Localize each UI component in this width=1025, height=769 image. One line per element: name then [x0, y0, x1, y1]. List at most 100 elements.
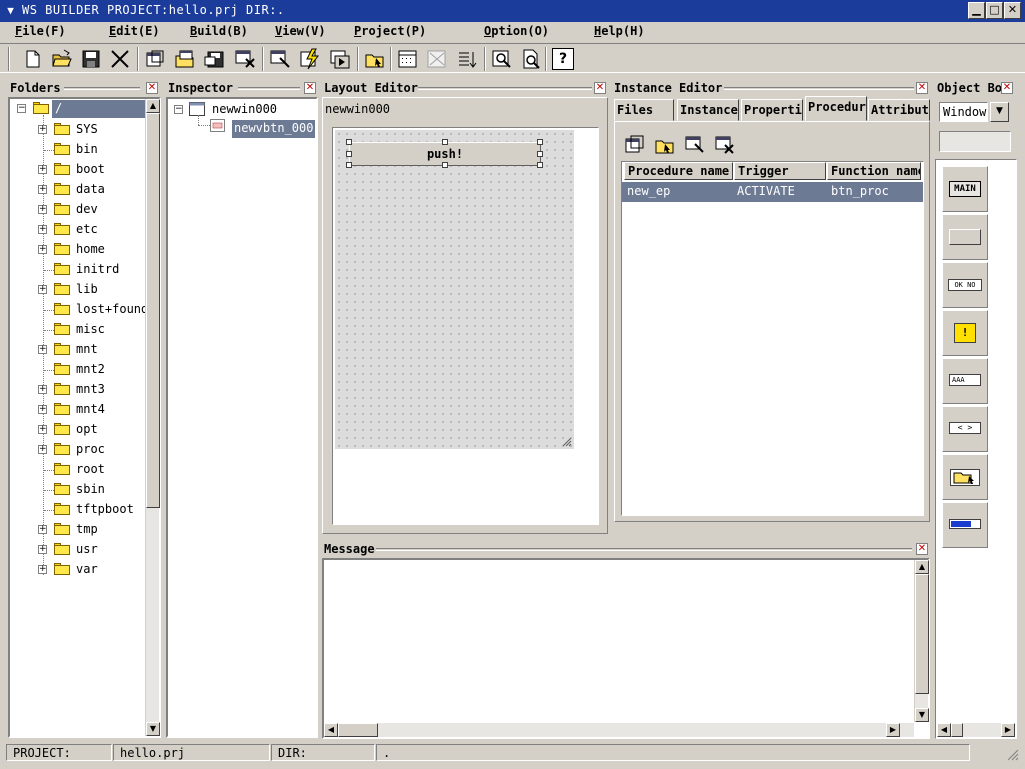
expand-icon[interactable]: +	[38, 445, 47, 454]
resize-handle[interactable]	[537, 139, 543, 145]
folder-item[interactable]: + lib	[10, 280, 145, 300]
folder-item[interactable]: + usr	[10, 540, 145, 560]
scroll-thumb[interactable]	[915, 574, 929, 694]
expand-icon[interactable]: +	[38, 205, 47, 214]
menu-build[interactable]: Build(B)	[190, 24, 248, 38]
object-type-select[interactable]: Window	[939, 102, 988, 122]
layout-editor-close-icon[interactable]: ✕	[594, 82, 606, 94]
scroll-right-arrow-icon[interactable]: ▶	[886, 723, 900, 737]
scroll-thumb[interactable]	[951, 723, 963, 737]
size-grip-icon[interactable]	[1005, 747, 1019, 761]
expand-icon[interactable]: +	[38, 385, 47, 394]
resize-handle[interactable]	[537, 162, 543, 168]
menu-edit[interactable]: Edit(E)	[109, 24, 160, 38]
folder-item[interactable]: bin	[10, 140, 145, 160]
column-header-trigger[interactable]: Trigger	[734, 162, 826, 180]
maximize-button[interactable]: □	[986, 2, 1003, 19]
scroll-up-arrow-icon[interactable]: ▲	[915, 560, 929, 574]
scroll-right-arrow-icon[interactable]: ▶	[1001, 723, 1015, 737]
resize-handle[interactable]	[442, 162, 448, 168]
scroll-thumb[interactable]	[146, 113, 160, 508]
minimize-button[interactable]: ▁	[968, 2, 985, 19]
scroll-up-arrow-icon[interactable]: ▲	[146, 99, 160, 113]
folder-item[interactable]: + opt	[10, 420, 145, 440]
folder-root[interactable]: /	[52, 100, 145, 118]
folder-item[interactable]: misc	[10, 320, 145, 340]
folder-item[interactable]: lost+found	[10, 300, 145, 320]
resize-handle[interactable]	[346, 151, 352, 157]
message-area[interactable]: ▲ ▼ ◀ ▶	[322, 558, 930, 739]
message-box-object[interactable]: !	[942, 310, 988, 356]
delete-procedure-icon[interactable]	[715, 135, 735, 155]
edit-window-icon[interactable]	[269, 48, 291, 70]
add-procedure-icon[interactable]	[625, 135, 645, 155]
preview-icon[interactable]	[520, 48, 542, 70]
grid-off-icon[interactable]	[426, 48, 448, 70]
expand-icon[interactable]: +	[38, 525, 47, 534]
expand-icon[interactable]: +	[38, 345, 47, 354]
edit-procedure-icon[interactable]	[685, 135, 705, 155]
folders-close-icon[interactable]: ✕	[146, 82, 158, 94]
expand-icon[interactable]: +	[38, 565, 47, 574]
column-header-procedure[interactable]: Procedure name	[624, 162, 733, 180]
menu-project[interactable]: Project(P)	[354, 24, 426, 38]
open-folder-icon[interactable]	[51, 48, 73, 70]
new-file-icon[interactable]	[22, 48, 44, 70]
expand-icon[interactable]: +	[38, 545, 47, 554]
scroll-left-arrow-icon[interactable]: ◀	[324, 723, 338, 737]
folder-item[interactable]: sbin	[10, 480, 145, 500]
new-window-icon[interactable]	[144, 48, 166, 70]
folder-item[interactable]: + mnt3	[10, 380, 145, 400]
resize-handle[interactable]	[442, 139, 448, 145]
help-icon[interactable]: ?	[552, 48, 574, 70]
tab-instance[interactable]: Instance	[677, 99, 739, 121]
expand-icon[interactable]: +	[38, 425, 47, 434]
folder-item[interactable]: + SYS	[10, 120, 145, 140]
window-menu-icon[interactable]: ▼	[3, 3, 18, 18]
scroll-thumb[interactable]	[338, 723, 378, 737]
expand-icon[interactable]: +	[38, 185, 47, 194]
open-procedure-icon[interactable]	[655, 135, 675, 155]
delete-window-icon[interactable]	[234, 48, 256, 70]
resize-handle[interactable]	[537, 151, 543, 157]
folder-item[interactable]: + boot	[10, 160, 145, 180]
inspector-close-icon[interactable]: ✕	[304, 82, 316, 94]
folder-item[interactable]: + proc	[10, 440, 145, 460]
column-header-function[interactable]: Function name	[827, 162, 921, 180]
menu-file[interactable]: File(F)	[15, 24, 66, 38]
folder-item[interactable]: initrd	[10, 260, 145, 280]
object-box-close-icon[interactable]: ✕	[1001, 82, 1013, 94]
folder-item[interactable]: + etc	[10, 220, 145, 240]
expand-icon[interactable]: +	[38, 165, 47, 174]
object-palette-hscrollbar[interactable]: ◀ ▶	[937, 723, 1015, 737]
inspector-window-node[interactable]: newwin000	[212, 102, 277, 116]
file-select-object[interactable]	[942, 454, 988, 500]
expand-icon[interactable]: +	[38, 125, 47, 134]
folder-item[interactable]: + home	[10, 240, 145, 260]
message-close-icon[interactable]: ✕	[916, 543, 928, 555]
resize-grip-icon[interactable]	[560, 435, 572, 447]
folder-item[interactable]: + mnt4	[10, 400, 145, 420]
build-icon[interactable]	[299, 48, 321, 70]
spin-object[interactable]: < >	[942, 406, 988, 452]
dialog-object[interactable]: OK NO	[942, 262, 988, 308]
open-window-icon[interactable]	[174, 48, 196, 70]
menu-option[interactable]: Option(O)	[484, 24, 549, 38]
tab-procedures[interactable]: Procedur	[805, 96, 867, 121]
resize-handle[interactable]	[346, 139, 352, 145]
tab-properties[interactable]: Properti	[741, 99, 803, 121]
align-icon[interactable]	[456, 48, 478, 70]
close-button[interactable]: ✕	[1004, 2, 1021, 19]
folder-item[interactable]: tftpboot	[10, 500, 145, 520]
expand-icon[interactable]: +	[38, 285, 47, 294]
save-window-icon[interactable]	[204, 48, 226, 70]
scroll-left-arrow-icon[interactable]: ◀	[937, 723, 951, 737]
cut-icon[interactable]	[109, 48, 131, 70]
menu-view[interactable]: View(V)	[275, 24, 326, 38]
folder-arrow-icon[interactable]	[364, 48, 386, 70]
expand-icon[interactable]: +	[38, 245, 47, 254]
title-bar[interactable]: ▼ WS BUILDER PROJECT:hello.prj DIR:. ▁ □…	[0, 0, 1025, 22]
design-window-canvas[interactable]: push!	[335, 130, 574, 449]
menu-help[interactable]: Help(H)	[594, 24, 645, 38]
dropdown-arrow-icon[interactable]: ▼	[990, 102, 1009, 122]
